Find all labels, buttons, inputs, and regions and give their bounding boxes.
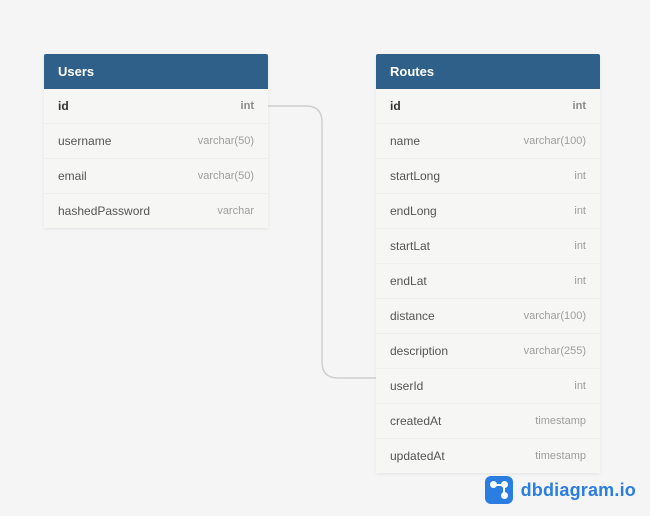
- column-row[interactable]: name varchar(100): [376, 124, 600, 159]
- column-name: id: [390, 99, 401, 113]
- column-type: int: [574, 240, 586, 252]
- dbdiagram-logo-icon: [485, 476, 513, 504]
- column-name: hashedPassword: [58, 204, 150, 218]
- column-type: int: [573, 100, 586, 112]
- column-row[interactable]: startLat int: [376, 229, 600, 264]
- column-type: timestamp: [535, 450, 586, 462]
- column-name: updatedAt: [390, 449, 445, 463]
- column-name: createdAt: [390, 414, 441, 428]
- column-type: varchar(100): [524, 135, 586, 147]
- column-name: startLong: [390, 169, 440, 183]
- column-type: varchar: [217, 205, 254, 217]
- column-name: distance: [390, 309, 435, 323]
- column-row[interactable]: id int: [44, 89, 268, 124]
- column-row[interactable]: endLong int: [376, 194, 600, 229]
- watermark[interactable]: dbdiagram.io: [485, 476, 636, 504]
- column-row[interactable]: email varchar(50): [44, 159, 268, 194]
- column-name: endLong: [390, 204, 437, 218]
- column-type: int: [574, 380, 586, 392]
- column-name: startLat: [390, 239, 430, 253]
- column-type: int: [241, 100, 254, 112]
- column-row[interactable]: hashedPassword varchar: [44, 194, 268, 228]
- column-type: varchar(50): [198, 170, 254, 182]
- column-type: varchar(100): [524, 310, 586, 322]
- column-type: timestamp: [535, 415, 586, 427]
- column-name: email: [58, 169, 87, 183]
- column-type: int: [574, 205, 586, 217]
- column-row[interactable]: startLong int: [376, 159, 600, 194]
- table-header[interactable]: Routes: [376, 54, 600, 89]
- column-name: id: [58, 99, 69, 113]
- column-type: int: [574, 170, 586, 182]
- column-name: username: [58, 134, 111, 148]
- column-row[interactable]: id int: [376, 89, 600, 124]
- table-title: Routes: [390, 64, 434, 79]
- watermark-text: dbdiagram.io: [521, 480, 636, 501]
- column-row[interactable]: userId int: [376, 369, 600, 404]
- column-type: int: [574, 275, 586, 287]
- table-title: Users: [58, 64, 94, 79]
- table-users[interactable]: Users id int username varchar(50) email varch…: [44, 54, 268, 228]
- column-row[interactable]: username varchar(50): [44, 124, 268, 159]
- diagram-canvas[interactable]: Users id int username varchar(50) email varch…: [0, 0, 650, 516]
- table-routes[interactable]: Routes id int name varchar(100) startLong int…: [376, 54, 600, 473]
- column-name: description: [390, 344, 448, 358]
- column-row[interactable]: description varchar(255): [376, 334, 600, 369]
- column-row[interactable]: createdAt timestamp: [376, 404, 600, 439]
- column-type: varchar(50): [198, 135, 254, 147]
- table-header[interactable]: Users: [44, 54, 268, 89]
- column-row[interactable]: updatedAt timestamp: [376, 439, 600, 473]
- column-name: userId: [390, 379, 423, 393]
- column-name: name: [390, 134, 420, 148]
- column-row[interactable]: distance varchar(100): [376, 299, 600, 334]
- column-row[interactable]: endLat int: [376, 264, 600, 299]
- column-name: endLat: [390, 274, 427, 288]
- column-type: varchar(255): [524, 345, 586, 357]
